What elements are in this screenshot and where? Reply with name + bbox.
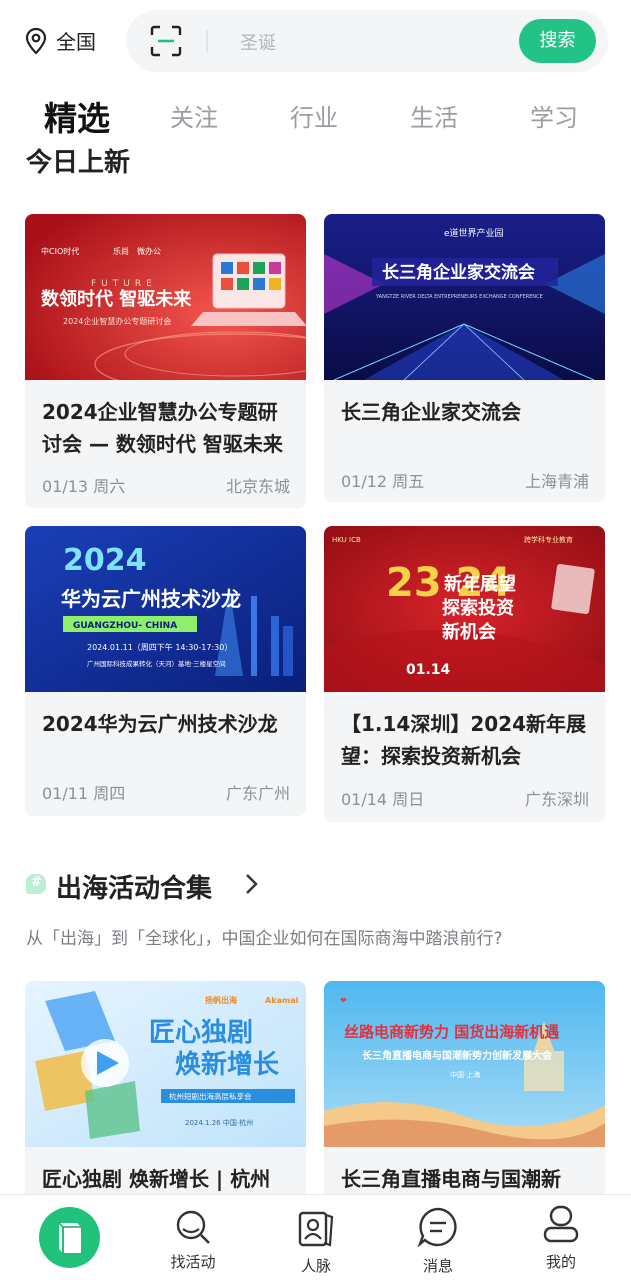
location-label: 全国 — [56, 30, 96, 54]
collection-banner: ❤ 丝路电商新势力 国货出海新机遇 长三角直播电商与国潮新势力创新发展大会 中国… — [324, 981, 605, 1147]
top-bar: 全国 圣诞 搜索 — [0, 0, 631, 84]
banner-tag: GUANGZHOU- CHINA — [73, 621, 177, 631]
location-pin-icon — [25, 27, 47, 55]
tab-following[interactable]: 关注 — [170, 98, 218, 133]
banner-line2: 探索投资 — [442, 597, 514, 619]
banner-headline: 数领时代 智驱未来 — [41, 288, 192, 310]
tab-featured[interactable]: 精选 — [44, 92, 110, 140]
event-location: 广东广州 — [225, 784, 290, 803]
banner-logos: Akamai — [265, 996, 299, 1005]
contacts-icon — [298, 1211, 334, 1247]
profile-icon — [543, 1205, 579, 1243]
banner-time: 2024.01.11（周四下午 14:30-17:30） — [87, 642, 232, 652]
nav-find-activity[interactable]: 找活动 — [143, 1195, 243, 1280]
location-selector[interactable]: 全国 — [24, 26, 96, 55]
banner-day: 01.14 — [406, 662, 451, 678]
search-activity-icon — [176, 1210, 210, 1244]
collection-card[interactable]: ❤ 丝路电商新势力 国货出海新机遇 长三角直播电商与国潮新势力创新发展大会 中国… — [324, 981, 605, 1221]
nav-messages[interactable]: 消息 — [388, 1195, 488, 1280]
nav-label: 找活动 — [170, 1253, 216, 1271]
nav-label: 消息 — [422, 1257, 453, 1275]
banner-line3: 新机会 — [442, 621, 496, 643]
banner-subtitle: YANGTZE RIVER DELTA ENTREPRENEURS EXCHAN… — [375, 294, 543, 300]
banner-line2: 焕新增长 — [175, 1049, 280, 1080]
banner-logos: 微办公 — [137, 246, 161, 256]
banner-line1: 匠心独剧 — [149, 1018, 253, 1048]
banner-headline: 长三角企业家交流会 — [382, 262, 535, 283]
event-title: 2024华为云广州技术沙龙 — [42, 712, 278, 736]
collection-banner: 扬帆出海 Akamai 匠心独剧 焕新增长 杭州短剧出海高层私享会 2024.1… — [25, 981, 306, 1147]
message-icon — [417, 1207, 457, 1248]
collection-card-title: 匠心独剧 焕新增长 | 杭州 — [42, 1167, 271, 1191]
event-title: 长三角企业家交流会 — [341, 400, 521, 424]
event-location: 北京东城 — [225, 477, 290, 496]
banner-line1: 新年展望 — [444, 573, 516, 595]
collection-subtitle: 从「出海」到「全球化」，中国企业如何在国际商海中踏浪前行? — [26, 929, 503, 949]
svg-text:❤: ❤ — [340, 996, 347, 1005]
scan-icon[interactable] — [150, 25, 182, 57]
banner-tagline: 跨学科专业教育 — [524, 535, 573, 544]
banner-subtitle: 杭州短剧出海高层私享会 — [169, 1091, 252, 1101]
event-date: 01/12 周五 — [341, 472, 425, 491]
collection-card[interactable]: 扬帆出海 Akamai 匠心独剧 焕新增长 杭州短剧出海高层私享会 2024.1… — [25, 981, 306, 1221]
banner-year: 2024 — [63, 543, 147, 578]
search-button[interactable]: 搜索 — [519, 19, 596, 63]
tab-learning[interactable]: 学习 — [530, 98, 578, 133]
event-banner: HKU ICB 跨学科专业教育 23 24 新年展望 探索投资 新机会 01.1… — [324, 526, 605, 692]
banner-logos: 扬帆出海 — [205, 995, 237, 1005]
nav-label: 我的 — [545, 1253, 576, 1271]
search-input[interactable]: 圣诞 — [240, 29, 276, 55]
event-banner: 2024 华为云广州技术沙龙 GUANGZHOU- CHINA 2024.01.… — [25, 526, 306, 692]
event-date: 01/13 周六 — [42, 477, 126, 496]
event-card[interactable]: e道世界产业园 长三角企业家交流会 YANGTZE RIVER DELTA EN… — [324, 214, 605, 502]
tab-industry[interactable]: 行业 — [290, 98, 338, 133]
banner-mark: FUTURE — [91, 279, 157, 289]
event-location: 广东深圳 — [524, 790, 589, 809]
banner-headline: 华为云广州技术沙龙 — [61, 587, 241, 611]
event-banner: e道世界产业园 长三角企业家交流会 YANGTZE RIVER DELTA EN… — [324, 214, 605, 380]
banner-line1: 丝路电商新势力 国货出海新机遇 — [344, 1023, 559, 1041]
category-tabs: 精选 关注 行业 生活 学习 — [0, 92, 631, 152]
home-book-icon — [58, 1222, 81, 1253]
nav-home[interactable] — [39, 1207, 100, 1268]
banner-logos: 中CIO时代 — [41, 246, 79, 256]
collection-icon: # — [26, 874, 46, 894]
search-bar[interactable]: 圣诞 搜索 — [126, 10, 608, 72]
event-card[interactable]: 中CIO时代 乐尚 微办公 FUTURE 数领时代 智驱未来 2024企业智慧办… — [25, 214, 306, 508]
banner-date: 2024.1.26 中国·杭州 — [185, 1118, 253, 1127]
banner-org: HKU ICB — [332, 536, 361, 544]
event-date: 01/14 周日 — [341, 790, 425, 809]
event-title: 2024企业智慧办公专题研讨会 — 数领时代 智驱未来 — [42, 400, 283, 456]
search-divider — [206, 30, 208, 52]
collection-title[interactable]: 出海活动合集 — [56, 868, 212, 905]
tab-life[interactable]: 生活 — [410, 98, 458, 133]
event-location: 上海青浦 — [524, 472, 589, 491]
banner-venue: 广州国际科技成果转化（天河）基地·三楼星空间 — [87, 659, 226, 668]
banner-subtitle: 2024企业智慧办公专题研讨会 — [63, 316, 171, 326]
event-date: 01/11 周四 — [42, 784, 126, 803]
banner-city: 中国·上海 — [450, 1070, 480, 1079]
event-card[interactable]: 2024 华为云广州技术沙龙 GUANGZHOU- CHINA 2024.01.… — [25, 526, 306, 816]
nav-label: 人脉 — [300, 1257, 331, 1275]
nav-contacts[interactable]: 人脉 — [266, 1195, 366, 1280]
banner-logos: 乐尚 — [113, 246, 129, 256]
event-title: 【1.14深圳】2024新年展望：探索投资新机会 — [341, 712, 587, 768]
chevron-right-icon[interactable] — [242, 872, 262, 896]
nav-profile[interactable]: 我的 — [511, 1195, 611, 1280]
event-banner: 中CIO时代 乐尚 微办公 FUTURE 数领时代 智驱未来 2024企业智慧办… — [25, 214, 306, 380]
event-card[interactable]: HKU ICB 跨学科专业教育 23 24 新年展望 探索投资 新机会 01.1… — [324, 526, 605, 822]
banner-line2: 长三角直播电商与国潮新势力创新发展大会 — [362, 1049, 552, 1062]
collection-card-title: 长三角直播电商与国潮新 — [341, 1167, 561, 1191]
banner-logos: e道世界产业园 — [444, 227, 504, 239]
